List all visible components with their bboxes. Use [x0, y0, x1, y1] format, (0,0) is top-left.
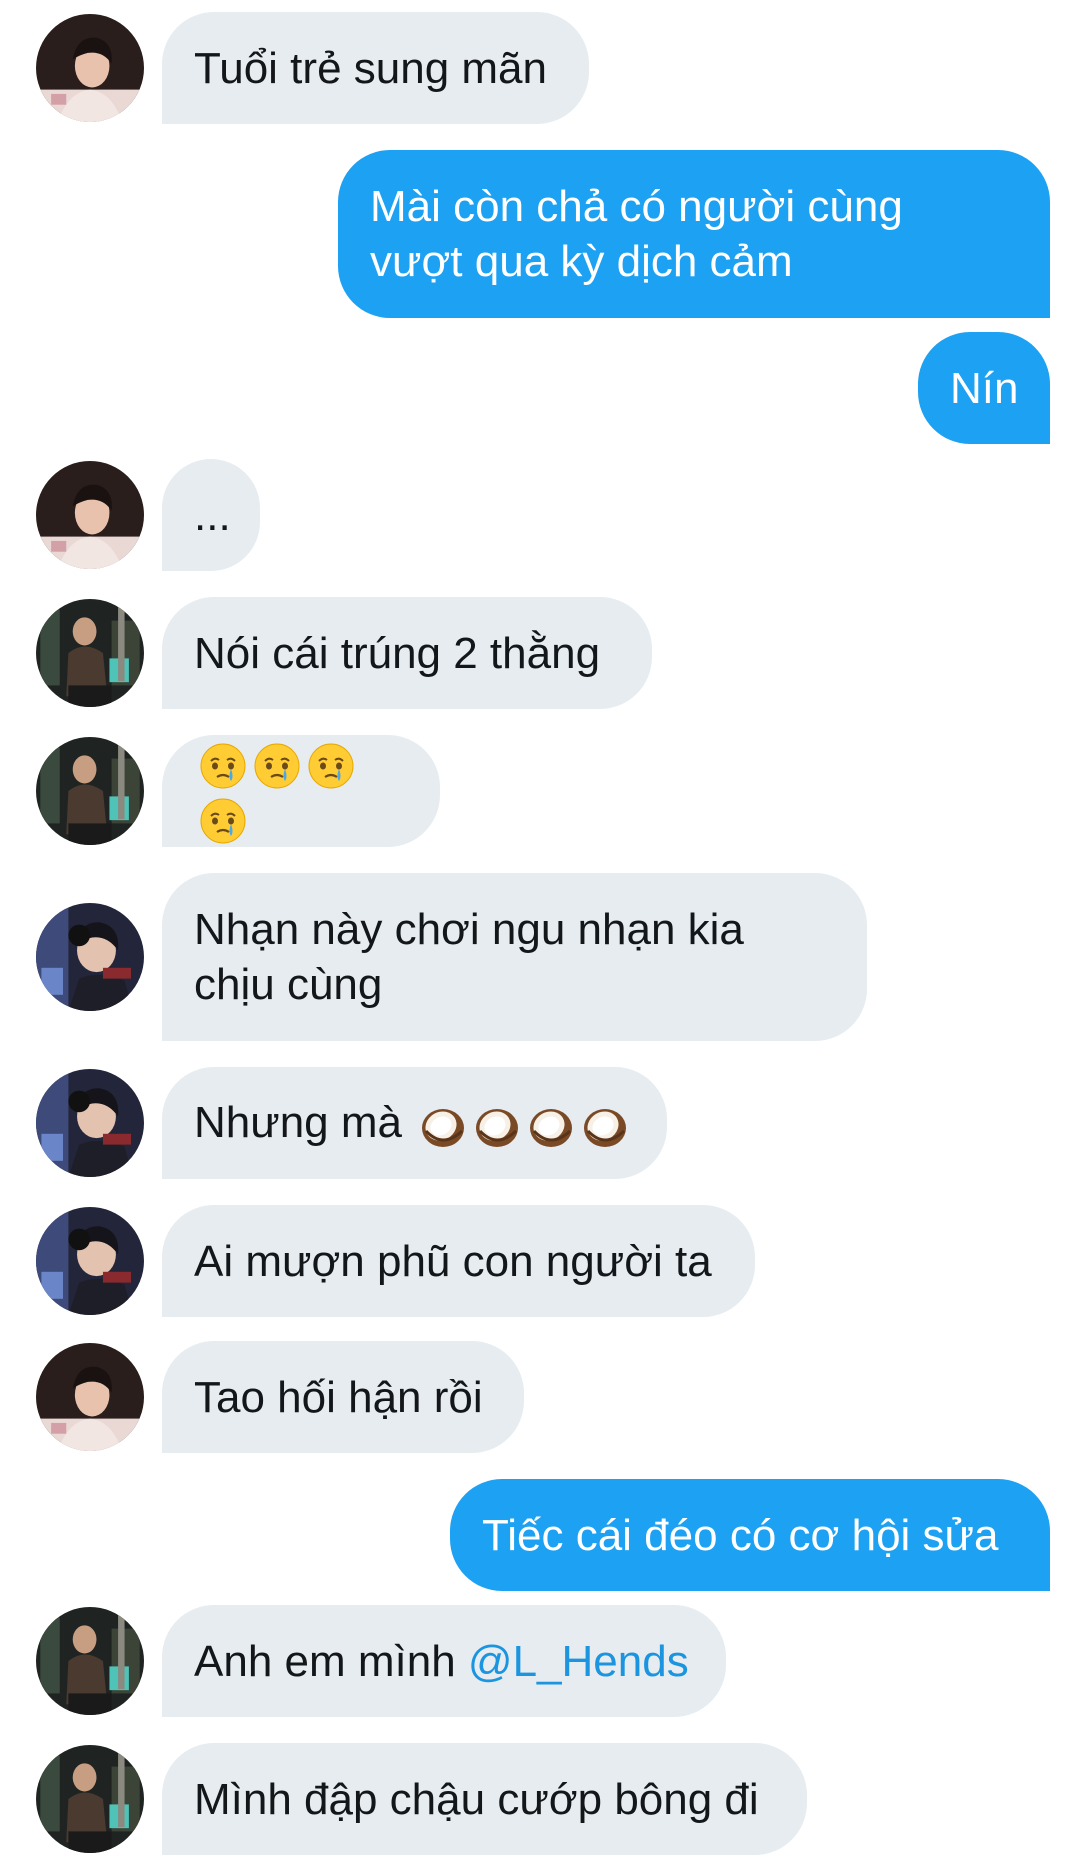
- message-text: Anh em mình @L_Hends: [194, 1634, 689, 1689]
- avatar-gaming-setup[interactable]: [36, 1607, 144, 1715]
- message-text-content: Mình đập chậu cướp bông đi: [194, 1774, 759, 1824]
- message-text: Nhưng mà: [194, 1095, 630, 1150]
- coconut-icon: [418, 1101, 468, 1151]
- message-text: ...: [194, 488, 231, 543]
- incoming-message-bubble[interactable]: ...: [162, 459, 260, 571]
- incoming-message-bubble[interactable]: Tuổi trẻ sung mãn: [162, 12, 589, 124]
- message-text-content: Tuổi trẻ sung mãn: [194, 43, 547, 93]
- avatar-gaming-setup[interactable]: [36, 599, 144, 707]
- message-text-content: Anh em mình: [194, 1636, 456, 1686]
- message-text: Mình đập chậu cướp bông đi: [194, 1772, 759, 1827]
- message-text: Tao hối hận rồi: [194, 1370, 483, 1425]
- incoming-message-bubble[interactable]: Nhưng mà: [162, 1067, 667, 1179]
- incoming-message-bubble[interactable]: Ai mượn phũ con người ta: [162, 1205, 755, 1317]
- message-text-content: ...: [194, 490, 231, 540]
- message-text: Mài còn chả có người cùng vượt qua kỳ dị…: [370, 179, 903, 289]
- message-text-content: Tiếc cái đéo có cơ hội sửa: [482, 1510, 999, 1560]
- message-text-content: Ai mượn phũ con người ta: [194, 1236, 712, 1286]
- face-holding-back-tears-icon: [306, 741, 356, 791]
- avatar-headphones[interactable]: [36, 1069, 144, 1177]
- avatar-white-hoodie[interactable]: [36, 1343, 144, 1451]
- user-mention-link[interactable]: @L_Hends: [468, 1637, 689, 1686]
- message-text: Ai mượn phũ con người ta: [194, 1234, 712, 1289]
- message-text-content: Nhưng mà: [194, 1098, 402, 1148]
- coconut-icon: [580, 1101, 630, 1151]
- coconut-icon: [472, 1101, 522, 1151]
- incoming-message-bubble[interactable]: Tao hối hận rồi: [162, 1341, 524, 1453]
- message-text: Nói cái trúng 2 thằng: [194, 626, 600, 681]
- avatar-gaming-setup[interactable]: [36, 1745, 144, 1853]
- message-text-content: Nhạn này chơi ngu nhạn kia chịu cùng: [194, 905, 744, 1009]
- face-holding-back-tears-icon: [252, 741, 302, 791]
- outgoing-message-bubble[interactable]: Tiếc cái đéo có cơ hội sửa: [450, 1479, 1050, 1591]
- message-text: [194, 736, 408, 847]
- message-text-content: Nói cái trúng 2 thằng: [194, 628, 601, 678]
- outgoing-message-bubble[interactable]: Mài còn chả có người cùng vượt qua kỳ dị…: [338, 150, 1050, 318]
- message-text-content: Tao hối hận rồi: [194, 1372, 483, 1422]
- avatar-gaming-setup[interactable]: [36, 737, 144, 845]
- message-text: Tiếc cái đéo có cơ hội sửa: [482, 1508, 998, 1563]
- incoming-message-bubble[interactable]: Nhạn này chơi ngu nhạn kia chịu cùng: [162, 873, 867, 1041]
- avatar-white-hoodie[interactable]: [36, 461, 144, 569]
- incoming-message-bubble[interactable]: [162, 735, 440, 847]
- message-text: Nhạn này chơi ngu nhạn kia chịu cùng: [194, 902, 744, 1012]
- outgoing-message-bubble[interactable]: Nín: [918, 332, 1050, 444]
- message-text: Tuổi trẻ sung mãn: [194, 41, 547, 96]
- avatar-headphones[interactable]: [36, 1207, 144, 1315]
- message-text-content: Nín: [950, 363, 1019, 413]
- incoming-message-bubble[interactable]: Nói cái trúng 2 thằng: [162, 597, 652, 709]
- message-text-content: Mài còn chả có người cùng vượt qua kỳ dị…: [370, 182, 903, 286]
- avatar-white-hoodie[interactable]: [36, 14, 144, 122]
- message-text: Nín: [950, 361, 1018, 416]
- coconut-icon: [526, 1101, 576, 1151]
- face-holding-back-tears-icon: [198, 796, 248, 846]
- incoming-message-bubble[interactable]: Anh em mình @L_Hends: [162, 1605, 726, 1717]
- incoming-message-bubble[interactable]: Mình đập chậu cướp bông đi: [162, 1743, 807, 1855]
- face-holding-back-tears-icon: [198, 741, 248, 791]
- avatar-headphones[interactable]: [36, 903, 144, 1011]
